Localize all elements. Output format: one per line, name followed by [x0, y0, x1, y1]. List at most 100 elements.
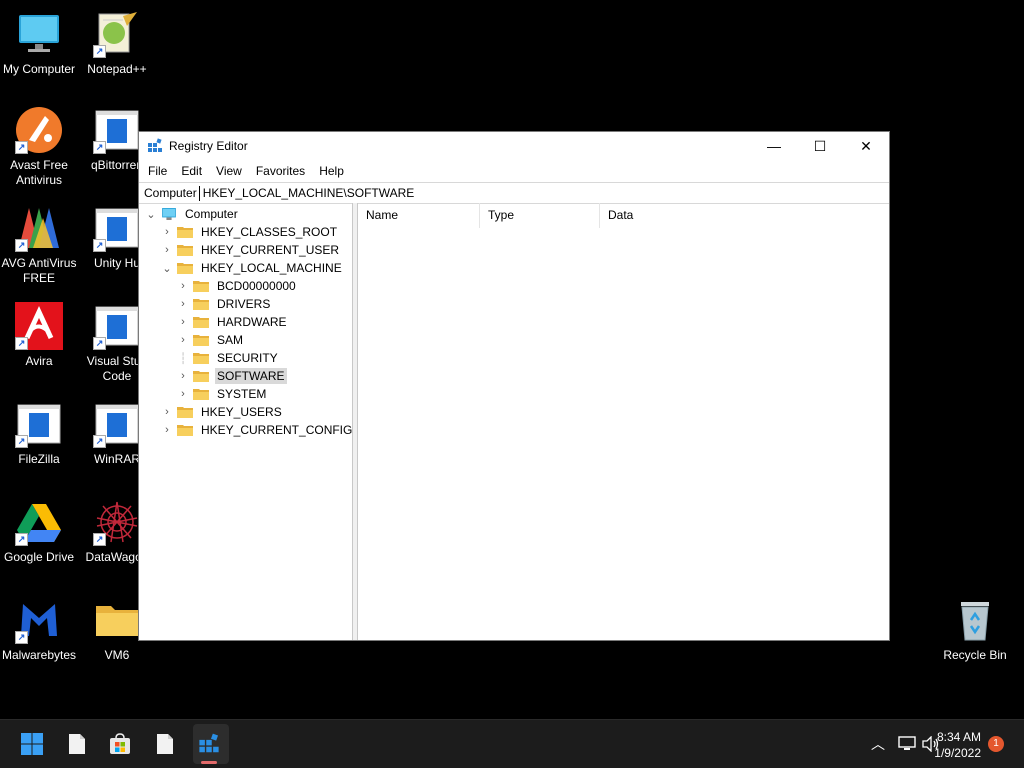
tree-node-software[interactable]: › SOFTWARE	[177, 367, 287, 385]
chevron-right-icon[interactable]: ›	[161, 226, 173, 238]
tree-label: HARDWARE	[217, 315, 287, 329]
shortcut-arrow-icon: ↗	[93, 533, 106, 546]
document-icon	[69, 734, 85, 754]
tree-label: SOFTWARE	[215, 368, 287, 384]
column-header-type[interactable]: Type	[480, 203, 600, 228]
chevron-down-icon[interactable]: ⌄	[145, 208, 157, 221]
monitor-icon	[15, 10, 63, 58]
address-root: Computer	[144, 186, 197, 200]
google-drive-icon: ↗	[15, 498, 63, 546]
desktop-icon-recycle-bin[interactable]: Recycle Bin	[935, 596, 1015, 663]
tree-label: BCD00000000	[217, 279, 296, 293]
menu-file[interactable]: File	[141, 164, 174, 178]
tree-node-security[interactable]: ┆ SECURITY	[177, 349, 280, 367]
chevron-right-icon[interactable]: ›	[161, 424, 173, 436]
chevron-right-icon[interactable]: ›	[177, 298, 189, 310]
close-icon: ✕	[860, 137, 872, 154]
tree-label: Computer	[185, 207, 238, 221]
desktop-icon-notepad-plus-plus[interactable]: ↗ Notepad++	[77, 10, 157, 77]
store-icon	[110, 733, 130, 754]
chevron-right-icon[interactable]: ›	[161, 406, 173, 418]
tree-label: SAM	[217, 333, 244, 347]
chevron-right-icon[interactable]: ›	[177, 280, 189, 292]
tree-node-bcd00000000[interactable]: › BCD00000000	[177, 277, 298, 295]
registry-editor-window[interactable]: Registry Editor — ☐ ✕ File Edit View Fav…	[138, 131, 890, 641]
chevron-right-icon[interactable]: ›	[177, 316, 189, 328]
close-button[interactable]: ✕	[843, 132, 889, 160]
taskbar: ︿ 8:34 AM 1/9/2022 1	[0, 719, 1024, 768]
start-button[interactable]	[18, 730, 46, 758]
file-icon: ↗	[93, 400, 141, 448]
folder-icon	[193, 281, 209, 292]
recycle-bin-icon	[951, 596, 999, 644]
address-bar[interactable]: Computer HKEY_LOCAL_MACHINE\SOFTWARE	[139, 182, 889, 204]
tree-node-sam[interactable]: › SAM	[177, 331, 245, 349]
chevron-right-icon[interactable]: ›	[177, 388, 189, 400]
shortcut-arrow-icon: ↗	[93, 337, 106, 350]
avira-icon: ↗	[15, 302, 63, 350]
tree-label: HKEY_CURRENT_CONFIG	[201, 423, 353, 437]
column-header-data[interactable]: Data	[600, 203, 720, 228]
clock-date: 1/9/2022	[934, 746, 981, 760]
active-app-indicator	[201, 761, 217, 764]
chevron-right-icon[interactable]: ›	[161, 244, 173, 256]
desktop-icon-label: VM6	[104, 648, 130, 662]
desktop-icon-avg[interactable]: ↗ AVG AntiVirus FREE	[0, 204, 79, 286]
tree-node-hkey-current-config[interactable]: › HKEY_CURRENT_CONFIG	[161, 421, 354, 439]
shortcut-arrow-icon: ↗	[15, 239, 28, 252]
minimize-icon: —	[767, 138, 781, 154]
folder-icon	[193, 389, 209, 400]
desktop-icon-google-drive[interactable]: ↗ Google Drive	[0, 498, 79, 565]
taskbar-registry-editor-button[interactable]	[195, 730, 223, 758]
menu-favorites[interactable]: Favorites	[249, 164, 312, 178]
clock[interactable]: 8:34 AM 1/9/2022	[934, 729, 981, 761]
datawagon-icon: ↗	[93, 498, 141, 546]
tree-node-system[interactable]: › SYSTEM	[177, 385, 268, 403]
malwarebytes-icon: ↗	[15, 596, 63, 644]
folder-icon	[193, 317, 209, 328]
column-header-name[interactable]: Name	[358, 203, 480, 228]
editor-panes: ⌄ Computer › HKEY_CLASSES_ROOT › HKEY_CU…	[139, 203, 889, 640]
chevron-right-icon[interactable]: ›	[177, 334, 189, 346]
desktop-icon-label: Avast Free Antivirus	[10, 158, 68, 187]
tree-node-hardware[interactable]: › HARDWARE	[177, 313, 289, 331]
avast-icon: ↗	[15, 106, 63, 154]
chevron-down-icon[interactable]: ⌄	[161, 262, 173, 275]
menu-help[interactable]: Help	[312, 164, 351, 178]
desktop-icon-malwarebytes[interactable]: ↗ Malwarebytes	[0, 596, 79, 663]
taskbar-file-button-2[interactable]	[151, 730, 179, 758]
taskbar-store-button[interactable]	[106, 730, 134, 758]
network-icon[interactable]	[898, 736, 916, 752]
shortcut-arrow-icon: ↗	[93, 45, 106, 58]
desktop-icon-avast[interactable]: ↗ Avast Free Antivirus	[0, 106, 79, 188]
minimize-button[interactable]: —	[751, 132, 797, 160]
folder-icon	[193, 299, 209, 310]
title-bar[interactable]: Registry Editor — ☐ ✕	[139, 132, 889, 160]
desktop-icon-avira[interactable]: ↗ Avira	[0, 302, 79, 369]
maximize-button[interactable]: ☐	[797, 132, 843, 160]
chevron-right-icon[interactable]: ›	[177, 370, 189, 382]
registry-editor-icon	[199, 733, 219, 753]
shortcut-arrow-icon: ↗	[15, 435, 28, 448]
desktop-icon-my-computer[interactable]: My Computer	[0, 10, 79, 77]
tree-node-hkey-current-user[interactable]: › HKEY_CURRENT_USER	[161, 241, 341, 259]
tree-node-hkey-local-machine[interactable]: ⌄ HKEY_LOCAL_MACHINE	[161, 259, 344, 277]
tree-label: SYSTEM	[217, 387, 267, 401]
taskbar-file-button[interactable]	[63, 730, 91, 758]
tree-node-hkey-users[interactable]: › HKEY_USERS	[161, 403, 284, 421]
shortcut-arrow-icon: ↗	[15, 141, 28, 154]
desktop-icon-filezilla[interactable]: ↗ FileZilla	[0, 400, 79, 467]
menu-edit[interactable]: Edit	[174, 164, 209, 178]
desktop-icon-label: Recycle Bin	[943, 648, 1007, 662]
tree-node-drivers[interactable]: › DRIVERS	[177, 295, 272, 313]
chevron-up-icon[interactable]: ︿	[871, 734, 885, 754]
clock-time: 8:34 AM	[936, 730, 981, 744]
key-tree[interactable]: ⌄ Computer › HKEY_CLASSES_ROOT › HKEY_CU…	[139, 203, 353, 640]
notification-badge[interactable]: 1	[988, 736, 1004, 752]
folder-icon	[193, 371, 209, 382]
tree-node-computer[interactable]: ⌄ Computer	[145, 205, 240, 223]
values-list[interactable]: Name Type Data	[357, 203, 889, 640]
tree-node-hkey-classes-root[interactable]: › HKEY_CLASSES_ROOT	[161, 223, 339, 241]
system-tray: ︿ 8:34 AM 1/9/2022 1	[824, 720, 1024, 768]
menu-view[interactable]: View	[209, 164, 249, 178]
